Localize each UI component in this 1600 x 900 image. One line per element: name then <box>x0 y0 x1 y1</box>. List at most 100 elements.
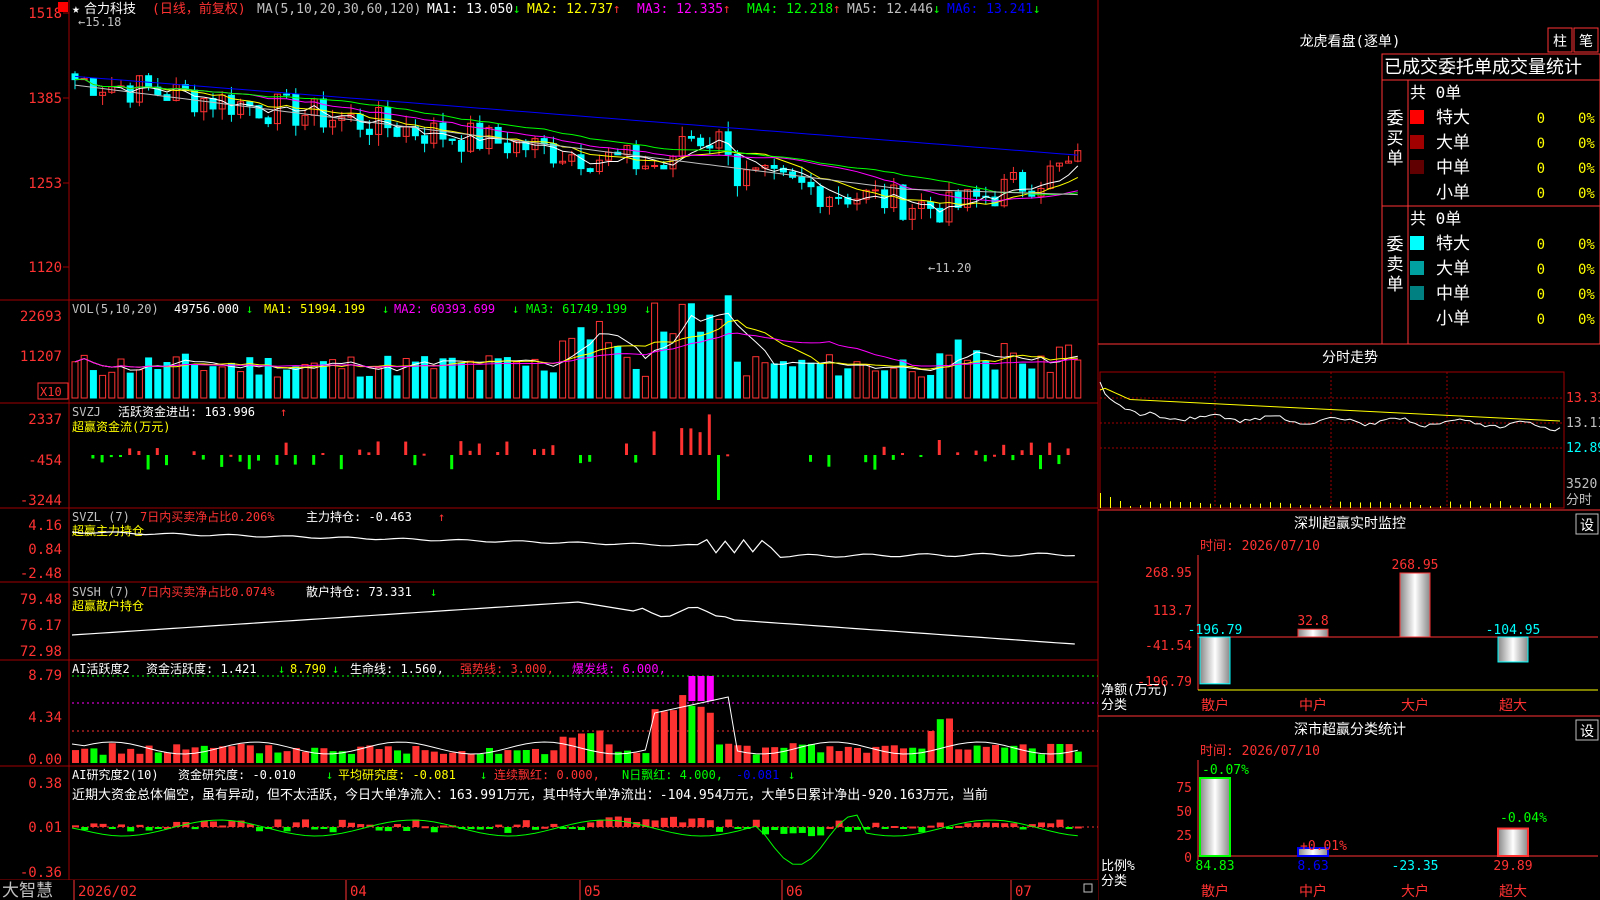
activity-bar <box>982 746 990 763</box>
fund-flow-bar <box>1066 448 1070 455</box>
research-bar <box>136 824 144 827</box>
candle <box>209 97 217 110</box>
fund-flow-bar <box>238 455 242 462</box>
fund-flow-bar <box>284 442 288 455</box>
activity-bar <box>449 752 457 763</box>
candle <box>586 168 594 172</box>
ai-nday: N日飘红: 4.000, <box>622 767 723 782</box>
class-category: 中户 <box>1299 883 1327 900</box>
fund-flow-bar <box>468 450 472 455</box>
high-marker: ←15.18 <box>78 15 121 29</box>
activity-bar <box>384 746 392 763</box>
class-category: 大户 <box>1401 883 1429 900</box>
activity-bar <box>1074 751 1082 763</box>
candle <box>457 139 465 152</box>
research-bar <box>587 822 595 827</box>
activity-bar <box>200 745 208 763</box>
fund-flow-bar <box>634 455 638 463</box>
research-bar <box>127 827 135 832</box>
monitor-tick: -41.54 <box>1145 639 1192 654</box>
fund-flow-bar <box>1029 442 1033 455</box>
stock-chart[interactable]: ★ 合力科技 (日线，前复权) MA(5,10,20,30,60,120) MA1: 1… <box>0 0 1600 900</box>
svzl-label: 主力持仓: -0.463 <box>306 509 412 524</box>
candle <box>881 189 889 209</box>
intraday-vol-bar <box>1350 502 1351 508</box>
vol-bar <box>825 354 833 399</box>
research-bar <box>532 827 539 830</box>
fund-flow-bar <box>312 455 316 465</box>
fund-flow-bar <box>1002 444 1006 455</box>
research-bar <box>228 821 236 827</box>
fund-flow-bar <box>1020 450 1024 455</box>
research-bar <box>384 827 392 832</box>
intraday-vol-bar <box>1110 497 1111 508</box>
class-bar <box>1199 777 1231 857</box>
research-bar <box>909 826 917 829</box>
candle <box>145 75 153 88</box>
intraday-vol-bar <box>1440 505 1441 508</box>
activity-bar <box>440 753 447 763</box>
svzl-sub: 超赢主力持仓 <box>72 523 144 538</box>
research-bar <box>651 820 659 827</box>
research-bar <box>854 827 861 830</box>
activity-bar <box>927 731 935 763</box>
fund-flow-bar <box>404 441 408 455</box>
activity-bar <box>955 749 963 763</box>
close-icon[interactable] <box>58 2 68 12</box>
research-bar <box>817 827 825 836</box>
intraday-vol-bar <box>1480 505 1481 508</box>
research-bar <box>522 820 530 827</box>
fund-flow-bar <box>413 455 417 466</box>
vol-tick: 22693 <box>20 309 62 325</box>
vol-bar <box>71 361 79 399</box>
monitor-ylabel: 净额(万元) <box>1101 683 1169 698</box>
sell-row-qty: 0 <box>1537 237 1545 253</box>
monitor-bar <box>1199 636 1231 685</box>
activity-bar <box>743 745 751 763</box>
research-bar <box>145 827 153 831</box>
candle <box>687 135 695 139</box>
vol-bar <box>945 354 953 399</box>
intraday-vol-bar <box>1550 503 1551 508</box>
research-bar <box>578 827 585 831</box>
svsh-ratio: 7日内买卖净占比0.074% <box>140 584 275 599</box>
sell-color-swatch <box>1410 236 1424 250</box>
candle <box>191 89 199 113</box>
buy-row-pct: 0% <box>1578 136 1595 152</box>
monitor-time: 时间: 2026/07/10 <box>1200 539 1320 554</box>
vol-bar <box>549 372 557 399</box>
vol-bar <box>154 369 162 399</box>
intraday-vol-bar <box>1300 505 1301 508</box>
candle <box>264 117 272 125</box>
research-bar <box>495 824 503 827</box>
fund-flow-bar <box>588 455 592 462</box>
ai-research-tick: 0.01 <box>28 820 62 836</box>
candle <box>899 184 907 220</box>
research-bar <box>550 823 558 827</box>
activity-bar <box>550 750 558 763</box>
main-holding-line <box>71 531 1075 559</box>
activity-bar <box>237 743 245 763</box>
fund-flow-bar <box>937 440 941 455</box>
buy-row-label: 大单 <box>1436 133 1470 153</box>
intraday-vol-bar <box>1460 504 1461 508</box>
research-bar <box>1010 823 1018 827</box>
activity-bar <box>366 745 374 763</box>
vol-bar <box>706 314 714 399</box>
activity-bar <box>973 745 981 763</box>
research-bar <box>670 816 677 827</box>
buy-row-label: 小单 <box>1436 183 1470 203</box>
activity-bar <box>688 705 696 763</box>
vol-ma-line <box>74 312 1078 372</box>
research-bar <box>118 824 125 827</box>
time-label: 07 <box>1015 884 1032 900</box>
vol-bar <box>264 357 272 399</box>
research-bar <box>108 827 116 829</box>
research-bar <box>614 816 622 827</box>
activity-bar <box>495 753 503 763</box>
research-bar <box>72 825 79 828</box>
fund-flow-bar <box>707 414 711 455</box>
activity-bar <box>476 753 484 763</box>
fund-flow-bar <box>275 455 279 465</box>
monitor-bar <box>1497 636 1529 663</box>
